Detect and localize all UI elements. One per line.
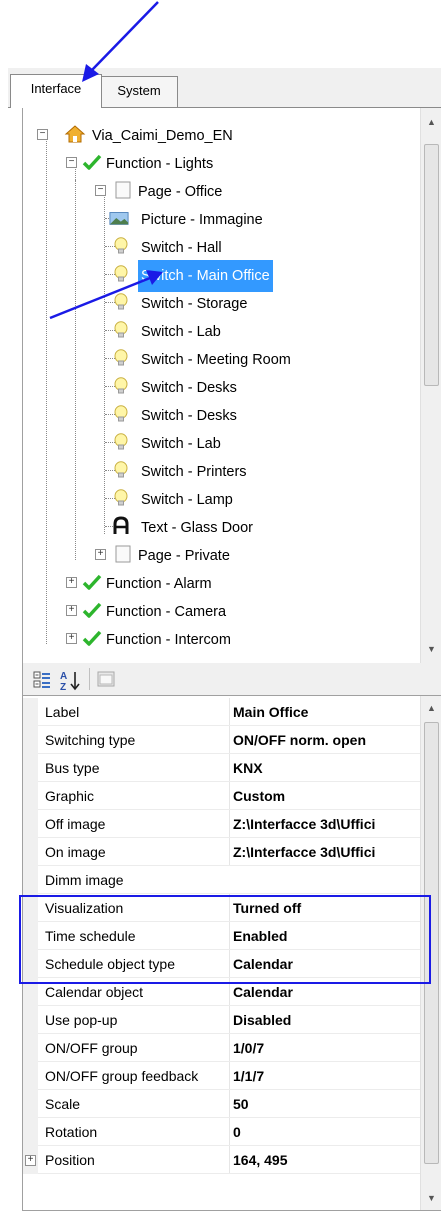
property-toolbar: A Z [22,663,441,695]
property-value[interactable]: Z:\Interfacce 3d\Uffici [229,838,431,866]
property-value[interactable]: 1/1/7 [229,1062,431,1090]
property-row[interactable]: ON/OFF group feedback 1/1/7 [23,1062,427,1090]
property-row[interactable]: Scale 50 [23,1090,427,1118]
property-name: Scale [45,1096,81,1112]
lightbulb-icon [114,433,128,450]
property-value[interactable]: Main Office [229,698,431,726]
lightbulb-icon [114,237,128,254]
tab-system[interactable]: System [100,76,178,107]
property-name: Graphic [45,788,95,804]
lightbulb-icon [114,461,128,478]
project-tree: − Via_Caimi_Demo_EN − Function - Lights … [23,108,420,663]
picture-icon [109,212,129,225]
property-row[interactable]: ON/OFF group 1/0/7 [23,1034,427,1062]
svg-text:Z: Z [60,682,66,693]
page-icon [115,545,131,563]
property-name: Bus type [45,760,100,776]
property-row[interactable]: Off image Z:\Interfacce 3d\Uffici [23,810,427,838]
property-name: ON/OFF group [45,1040,138,1056]
lightbulb-icon [114,349,128,366]
property-row[interactable]: Rotation 0 [23,1118,427,1146]
property-value[interactable]: 50 [229,1090,431,1118]
property-name: Use pop-up [45,1012,118,1028]
property-row[interactable]: Switching type ON/OFF norm. open [23,726,427,754]
property-value[interactable]: 1/0/7 [229,1034,431,1062]
tree-panel: − Via_Caimi_Demo_EN − Function - Lights … [22,108,441,664]
tab-bar: Interface System [8,68,441,108]
property-name: Dimm image [45,872,124,888]
expand-toggle[interactable]: + [25,1155,36,1166]
checkmark-icon [82,154,102,170]
property-row[interactable]: + Position 164, 495 [23,1146,427,1174]
expand-toggle[interactable]: + [66,633,77,644]
categorized-icon[interactable] [33,671,51,689]
property-row[interactable]: Bus type KNX [23,754,427,782]
collapse-toggle[interactable]: − [66,157,77,168]
tab-system-label: System [117,83,161,98]
tree-scroll-thumb[interactable] [424,144,439,386]
sort-alphabetical-icon[interactable]: A Z [59,669,81,693]
expand-toggle[interactable]: + [66,577,77,588]
tab-interface-label: Interface [30,81,82,96]
annotation-highlight-box [19,895,431,984]
expand-toggle[interactable]: + [95,549,106,560]
text-icon [113,516,129,534]
property-name: Label [45,704,80,720]
lightbulb-icon [114,293,128,310]
property-value[interactable]: ON/OFF norm. open [229,726,431,754]
scroll-up-arrow-icon[interactable]: ▲ [421,698,441,718]
expand-toggle[interactable]: + [66,605,77,616]
collapse-toggle[interactable]: − [37,129,48,140]
tab-interface[interactable]: Interface [10,74,102,108]
property-name: Switching type [45,732,136,748]
lightbulb-icon [114,489,128,506]
scroll-up-arrow-icon[interactable]: ▲ [421,112,441,132]
collapse-toggle[interactable]: − [95,185,106,196]
property-name: On image [45,844,106,860]
checkmark-icon [82,630,102,646]
checkmark-icon [82,602,102,618]
property-value[interactable]: Z:\Interfacce 3d\Uffici [229,810,431,838]
property-row[interactable]: Label Main Office [23,698,427,726]
lightbulb-icon [114,265,128,282]
property-row[interactable]: Use pop-up Disabled [23,1006,427,1034]
property-row[interactable]: Dimm image [23,866,427,894]
scroll-down-arrow-icon[interactable]: ▼ [421,639,441,659]
property-name: ON/OFF group feedback [45,1068,199,1084]
checkmark-icon [82,574,102,590]
lightbulb-icon [114,405,128,422]
property-row[interactable]: Graphic Custom [23,782,427,810]
home-icon [64,125,86,143]
property-value[interactable]: Disabled [229,1006,431,1034]
property-name: Rotation [45,1124,98,1140]
page-icon [115,181,131,199]
property-name: Off image [45,816,106,832]
property-value[interactable]: Custom [229,782,431,810]
property-pages-icon[interactable] [97,671,115,687]
lightbulb-icon [114,321,128,338]
scroll-down-arrow-icon[interactable]: ▼ [421,1188,441,1208]
svg-text:A: A [60,671,67,682]
property-value[interactable]: KNX [229,754,431,782]
property-row[interactable]: On image Z:\Interfacce 3d\Uffici [23,838,427,866]
tree-node-label: Function - Intercom [106,632,231,648]
tree-scrollbar[interactable]: ▲ ▼ [420,108,441,663]
lightbulb-icon [114,377,128,394]
property-value[interactable]: 164, 495 [229,1146,431,1174]
property-name: Position [45,1152,95,1168]
property-value[interactable]: 0 [229,1118,431,1146]
